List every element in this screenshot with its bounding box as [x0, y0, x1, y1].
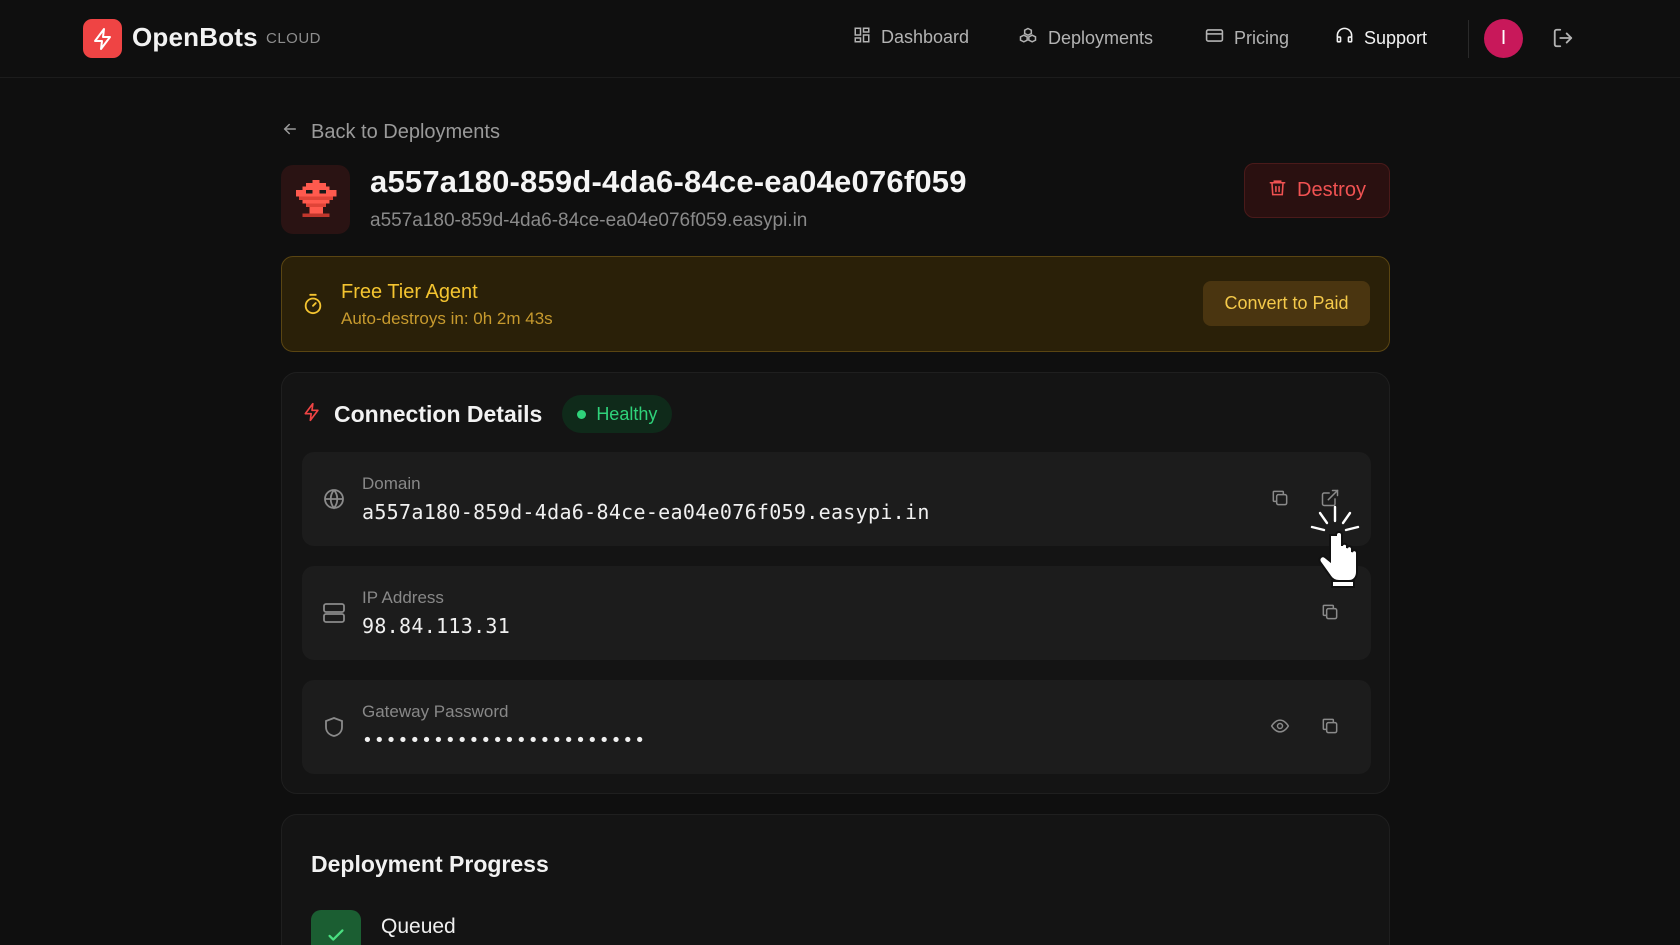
lightning-icon: [302, 402, 322, 427]
copy-icon[interactable]: [1320, 602, 1340, 627]
domain-label: Domain: [362, 474, 421, 493]
connection-details-header: Connection Details Healthy: [302, 395, 673, 433]
free-tier-banner: Free Tier Agent Auto-destroys in: 0h 2m …: [281, 256, 1390, 352]
gateway-password-value: ••••••••••••••••••••••••: [362, 730, 647, 751]
eye-icon[interactable]: [1270, 716, 1290, 741]
back-to-deployments-link[interactable]: Back to Deployments: [281, 120, 500, 144]
ip-address-label: IP Address: [362, 588, 444, 607]
trash-icon: [1268, 178, 1287, 203]
status-dot: [577, 409, 587, 419]
nav-pricing-label: Pricing: [1234, 27, 1290, 48]
shield-icon: [322, 715, 346, 744]
deployment-title: a557a180-859d-4da6-84ce-ea04e076f059: [370, 164, 967, 199]
server-icon: [322, 601, 346, 630]
status-label: Healthy: [596, 403, 658, 424]
convert-to-paid-button[interactable]: Convert to Paid: [1203, 281, 1370, 326]
nav-support[interactable]: Support: [1335, 26, 1427, 50]
checkmark-icon: [311, 910, 361, 945]
gateway-password-label: Gateway Password: [362, 702, 509, 721]
brand-subtitle: CLOUD: [266, 30, 322, 47]
copy-icon[interactable]: [1320, 716, 1340, 741]
brand-name[interactable]: OpenBots: [132, 22, 258, 53]
destroy-button[interactable]: Destroy: [1244, 163, 1390, 218]
user-avatar[interactable]: I: [1484, 19, 1523, 58]
copy-icon[interactable]: [1270, 488, 1290, 513]
ip-address-row: IP Address 98.84.113.31: [302, 566, 1371, 660]
deployment-subtitle: a557a180-859d-4da6-84ce-ea04e076f059.eas…: [370, 210, 808, 231]
nav-deployments[interactable]: Deployments: [1018, 26, 1153, 51]
nav-dashboard-label: Dashboard: [881, 27, 970, 47]
card-icon: [1205, 26, 1224, 50]
nav-divider: [1468, 20, 1469, 58]
grid-icon: [853, 26, 871, 49]
status-badge: Healthy: [562, 395, 673, 433]
nav-dashboard[interactable]: Dashboard: [853, 26, 969, 49]
openbots-logo-icon[interactable]: [83, 19, 122, 58]
back-label: Back to Deployments: [311, 120, 500, 143]
connection-details-title: Connection Details: [334, 400, 543, 427]
free-tier-title: Free Tier Agent: [341, 281, 478, 303]
nav-pricing[interactable]: Pricing: [1205, 26, 1289, 50]
logout-icon[interactable]: [1552, 27, 1574, 54]
ip-address-value: 98.84.113.31: [362, 614, 511, 638]
gateway-password-row: Gateway Password •••••••••••••••••••••••…: [302, 680, 1371, 774]
deployment-progress-title: Deployment Progress: [311, 851, 549, 877]
nav-deployments-label: Deployments: [1048, 28, 1154, 48]
hand-cursor-icon: [1308, 505, 1362, 596]
step-queued-label: Queued: [381, 915, 456, 938]
domain-row: Domain a557a180-859d-4da6-84ce-ea04e076f…: [302, 452, 1371, 546]
connection-details-card: Connection Details Healthy Domain a557a1…: [281, 372, 1390, 794]
domain-value: a557a180-859d-4da6-84ce-ea04e076f059.eas…: [362, 500, 930, 524]
nav-support-label: Support: [1364, 27, 1428, 48]
destroy-label: Destroy: [1297, 179, 1366, 201]
cubes-icon: [1018, 26, 1038, 51]
deployment-progress-card: Deployment Progress Queued: [281, 814, 1390, 945]
auto-destroy-countdown: Auto-destroys in: 0h 2m 43s: [341, 309, 553, 328]
top-navigation-bar: OpenBots CLOUD Dashboard Deployments Pri…: [0, 0, 1680, 78]
stopwatch-icon: [302, 293, 324, 320]
headset-icon: [1335, 26, 1354, 50]
arrow-left-icon: [281, 120, 299, 144]
bot-avatar-icon: [281, 165, 350, 234]
globe-icon: [322, 487, 346, 516]
